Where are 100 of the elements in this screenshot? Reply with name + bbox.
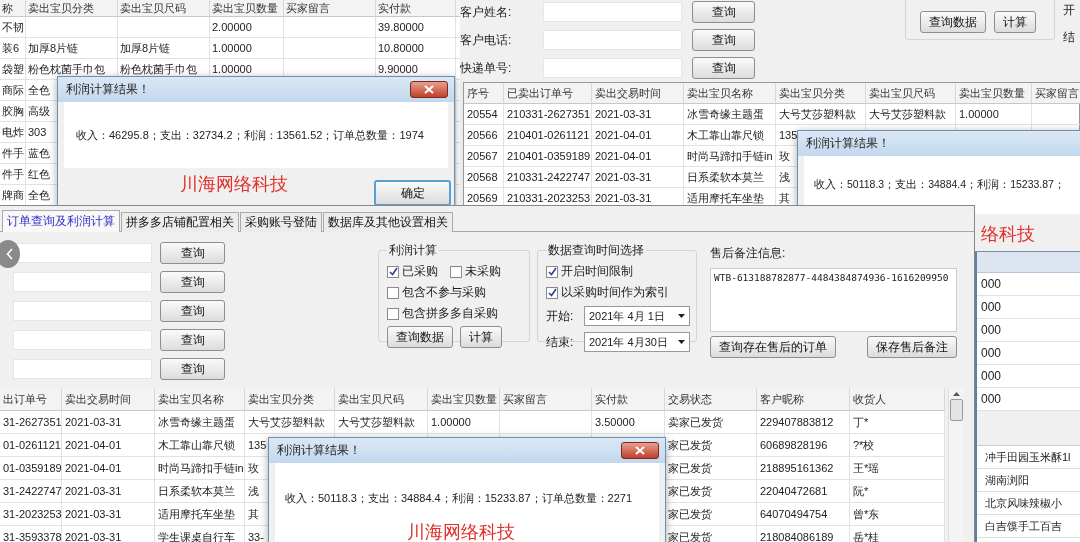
table-cell: 1.00000 — [210, 38, 284, 59]
action-button[interactable]: 查询数据 — [387, 326, 453, 348]
chevron-left-icon — [6, 248, 14, 260]
table-cell: 2.00000 — [210, 17, 284, 38]
input-field[interactable] — [13, 301, 152, 321]
query-button[interactable]: 查询 — [160, 271, 225, 293]
column-header[interactable]: 实付款 — [376, 0, 456, 17]
column-header[interactable]: 收货人 — [850, 388, 945, 411]
query-button[interactable]: 查询 — [692, 1, 755, 23]
table-cell: 2021-03-31 — [62, 503, 155, 526]
action-button[interactable]: 计算 — [460, 326, 502, 348]
query-button[interactable]: 查询 — [692, 29, 755, 51]
table-cell: 加厚8片链 — [118, 38, 210, 59]
table-cell: 时尚马蹄扣手链in — [155, 457, 245, 480]
column-header[interactable]: 卖出宝贝数量 — [428, 388, 500, 411]
column-header[interactable]: 客户昵称 — [757, 388, 850, 411]
input-field[interactable] — [13, 359, 152, 379]
date-picker[interactable]: 2021年 4月 1日 — [584, 306, 690, 326]
date-picker[interactable]: 2021年 4月30日 — [584, 332, 690, 352]
column-header[interactable]: 卖出宝贝尺码 — [866, 83, 956, 104]
checkbox[interactable] — [450, 265, 462, 278]
column-header[interactable]: 卖出宝贝尺码 — [335, 388, 428, 411]
column-header[interactable]: 卖出宝贝数量 — [956, 83, 1032, 104]
column-header[interactable]: 交易状态 — [665, 388, 757, 411]
input-field[interactable] — [13, 330, 152, 350]
table-cell: 木工靠山靠尺锁 — [684, 125, 776, 146]
checkbox-label: 未采购 — [465, 263, 501, 280]
table-cell: 01-0359189 — [0, 457, 62, 480]
table-cell: 日系柔软本莫兰 — [684, 167, 776, 188]
table-cell: 2021-04-01 — [62, 434, 155, 457]
column-header[interactable]: 称 — [0, 0, 26, 17]
query-button[interactable]: 查询 — [160, 329, 225, 351]
table-cell: 商际 — [0, 80, 26, 101]
table-cell: 阮* — [850, 480, 945, 503]
column-header[interactable]: 出订单号 — [0, 388, 62, 411]
table-cell: 20566 — [464, 125, 504, 146]
table-cell: 加厚8片链 — [26, 38, 118, 59]
tab[interactable]: 拼多多店铺配置相关 — [121, 212, 239, 232]
column-header[interactable]: 卖出宝贝分类 — [26, 0, 118, 17]
table-cell-text: 000 — [981, 299, 1003, 316]
input-field[interactable] — [543, 58, 682, 78]
query-button[interactable]: 查询 — [692, 57, 755, 79]
input-field[interactable] — [543, 2, 682, 22]
group-title: 数据查询时间选择 — [547, 242, 645, 259]
input-field[interactable] — [543, 30, 682, 50]
back-button[interactable] — [0, 240, 20, 268]
column-header[interactable]: 卖出交易时间 — [62, 388, 155, 411]
action-button[interactable]: 查询存在售后的订单 — [710, 336, 836, 358]
checkbox-label: 包含拼多多自采购 — [402, 305, 498, 322]
checkbox[interactable] — [387, 286, 399, 299]
tab[interactable]: 订单查询及利润计算 — [2, 210, 120, 232]
scroll-up-icon[interactable] — [952, 392, 960, 396]
table-cell: 1.00000 — [428, 411, 500, 434]
table-cell: 曾*东 — [850, 503, 945, 526]
table-cell: 60689828196 — [757, 434, 850, 457]
tab[interactable]: 采购账号登陆 — [240, 212, 322, 232]
table-cell: 冰雪奇缘主题蛋 — [684, 104, 776, 125]
column-header[interactable]: 卖出宝贝尺码 — [118, 0, 210, 17]
column-header[interactable]: 卖出宝贝分类 — [245, 388, 335, 411]
note-field[interactable]: WTB-613188782877-4484384874936-1616209950 — [710, 268, 957, 332]
checkbox[interactable] — [546, 265, 558, 278]
close-button[interactable] — [410, 81, 448, 98]
scrollbar[interactable] — [948, 388, 963, 542]
checkbox[interactable] — [546, 286, 558, 299]
query-button[interactable]: 查询 — [160, 300, 225, 322]
column-header[interactable]: 实付款 — [592, 388, 665, 411]
query-button[interactable]: 查询 — [160, 242, 225, 264]
column-header[interactable]: 买家留言 — [1032, 83, 1080, 104]
checkbox[interactable] — [387, 307, 399, 320]
table-cell: 装6 — [0, 38, 26, 59]
table-cell: 01-0261121 — [0, 434, 62, 457]
column-header[interactable]: 买家留言 — [500, 388, 592, 411]
column-header[interactable]: 卖出交易时间 — [592, 83, 684, 104]
table-cell: 白吉馍手工百吉 — [977, 515, 1080, 538]
table-cell: 20567 — [464, 146, 504, 167]
column-header[interactable]: 卖出宝贝名称 — [155, 388, 245, 411]
ok-button[interactable]: 确定 — [374, 180, 451, 206]
tab[interactable]: 数据库及其他设置相关 — [323, 212, 453, 232]
action-button[interactable]: 查询数据 — [920, 11, 986, 33]
table-cell: 31-2422747 — [0, 480, 62, 503]
caret-icon — [678, 340, 685, 344]
table-cell: 大号艾莎塑料款 — [335, 411, 428, 434]
column-header[interactable]: 序号 — [464, 83, 504, 104]
table-cell: 袋塑 — [0, 59, 26, 80]
table-cell: ?*校 — [850, 434, 945, 457]
column-header[interactable]: 买家留言 — [284, 0, 376, 17]
column-header[interactable]: 卖出宝贝分类 — [776, 83, 866, 104]
query-button[interactable]: 查询 — [160, 358, 225, 380]
action-button[interactable]: 计算 — [994, 11, 1036, 33]
table-cell: 10.80000 — [376, 38, 456, 59]
scroll-thumb[interactable] — [949, 399, 963, 421]
checkbox[interactable] — [387, 265, 399, 278]
column-header[interactable]: 卖出宝贝数量 — [210, 0, 284, 17]
table-cell: 电炸 — [0, 122, 26, 143]
action-button[interactable]: 保存售后备注 — [867, 336, 957, 358]
column-header[interactable]: 已卖出订单号 — [504, 83, 592, 104]
close-button[interactable] — [621, 442, 659, 459]
input-field[interactable] — [13, 272, 152, 292]
column-header[interactable]: 卖出宝贝名称 — [684, 83, 776, 104]
table-cell: 日系柔软本莫兰 — [155, 480, 245, 503]
